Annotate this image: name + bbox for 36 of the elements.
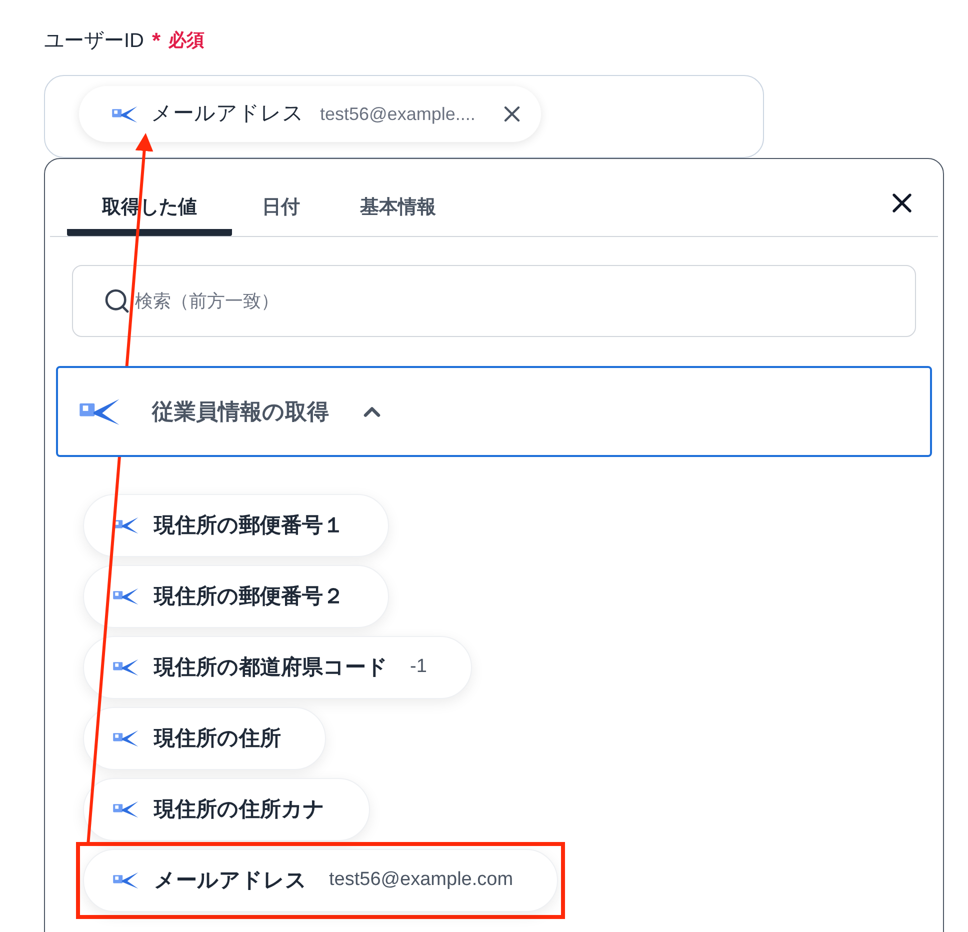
chip-value: test56@example.... xyxy=(320,102,476,126)
search-icon xyxy=(103,287,131,315)
item-name: 現住所の住所カナ xyxy=(154,796,325,823)
app-icon xyxy=(112,729,140,748)
item-name: 現住所の住所 xyxy=(154,726,281,752)
app-icon xyxy=(111,104,139,124)
value-item[interactable]: メールアドレス test56@example.com xyxy=(83,849,558,912)
tab[interactable]: 日付 xyxy=(232,159,330,236)
input-field[interactable]: メールアドレス test56@example.... xyxy=(44,75,764,158)
item-value: test56@example.com xyxy=(329,868,514,892)
value-chip[interactable]: メールアドレス test56@example.... xyxy=(79,86,542,142)
section-title: 従業員情報の取得 xyxy=(152,398,329,426)
item-name: メールアドレス xyxy=(154,868,307,894)
field-label: ユーザーID xyxy=(44,28,144,54)
app-icon xyxy=(112,871,140,890)
item-value: -1 xyxy=(410,655,427,680)
section-header[interactable]: 従業員情報の取得 xyxy=(56,366,932,457)
value-item[interactable]: 現住所の都道府県コード -1 xyxy=(83,636,472,699)
value-item[interactable]: 現住所の住所 xyxy=(83,707,326,770)
value-item[interactable]: 現住所の郵便番号２ xyxy=(83,565,389,628)
tab[interactable]: 基本情報 xyxy=(330,159,466,236)
app-icon xyxy=(112,658,140,677)
required-text: 必須 xyxy=(168,29,205,52)
required-mark: * xyxy=(152,27,161,55)
item-name: 現住所の郵便番号２ xyxy=(154,584,344,610)
item-name: 現住所の郵便番号１ xyxy=(154,512,344,539)
value-item[interactable]: 現住所の郵便番号１ xyxy=(83,494,389,557)
app-icon xyxy=(112,587,140,606)
chip-name: メールアドレス xyxy=(151,101,304,128)
value-item[interactable]: 現住所の住所カナ xyxy=(83,778,370,841)
search-input[interactable]: 検索（前方一致） xyxy=(135,288,915,314)
app-icon xyxy=(112,800,140,819)
search-field[interactable]: 検索（前方一致） xyxy=(72,265,916,337)
item-name: 現住所の都道府県コード xyxy=(154,654,388,681)
app-icon xyxy=(112,516,140,535)
tab[interactable]: 取得した値 xyxy=(67,159,232,236)
